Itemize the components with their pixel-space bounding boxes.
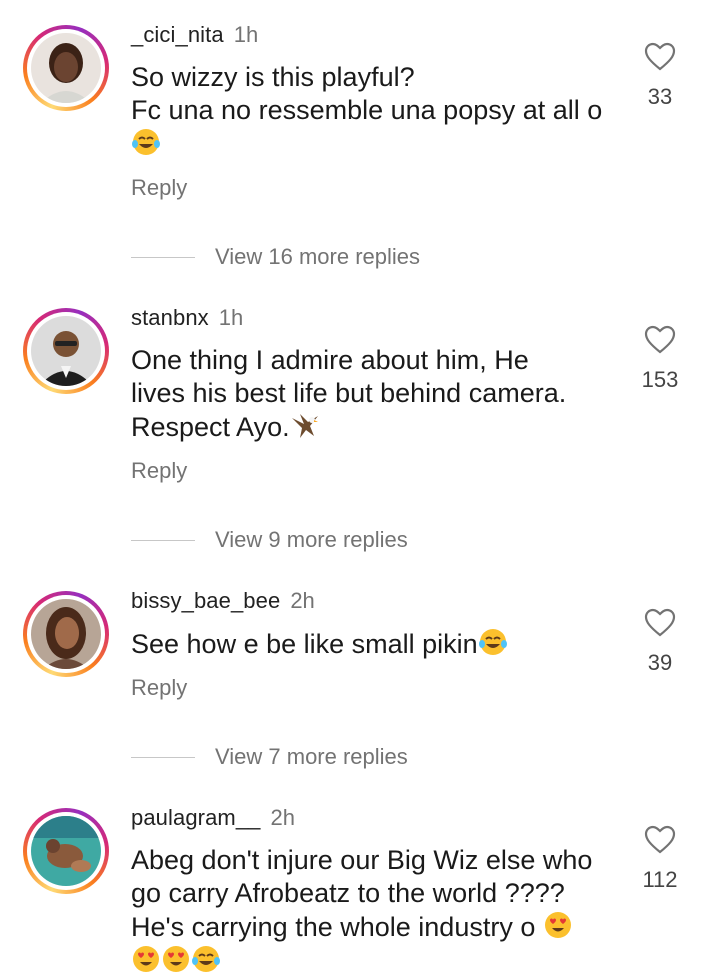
avatar[interactable]	[23, 308, 109, 394]
comment-meta: paulagram__ 2h	[131, 805, 295, 831]
avatar[interactable]	[23, 25, 109, 111]
reply-button[interactable]: Reply	[131, 175, 187, 201]
tears-of-joy-emoji	[478, 629, 507, 655]
like-button[interactable]: 153	[622, 325, 698, 393]
divider	[131, 539, 195, 541]
comment-time: 2h	[290, 588, 315, 613]
comment-time: 1h	[218, 305, 244, 330]
username[interactable]: paulagram__	[131, 805, 261, 830]
tears-of-joy-emoji	[192, 946, 220, 972]
heart-eyes-emoji	[133, 946, 159, 972]
avatar[interactable]	[23, 591, 109, 677]
like-count: 33	[647, 84, 673, 109]
comment-time: 2h	[270, 805, 296, 830]
reply-button[interactable]: Reply	[131, 675, 187, 701]
like-count: 112	[642, 867, 678, 892]
heart-eyes-emoji	[544, 912, 571, 938]
like-count: 39	[647, 650, 673, 675]
like-button[interactable]: 33	[622, 42, 698, 110]
username[interactable]: bissy_bae_bee	[131, 588, 280, 613]
like-button[interactable]: 112	[622, 825, 698, 893]
comment-text: Abeg don't injure our Big Wiz else who g…	[131, 844, 611, 978]
avatar[interactable]	[23, 808, 109, 894]
comment-meta: bissy_bae_bee 2h	[131, 588, 315, 614]
view-more-replies[interactable]: View 16 more replies	[131, 244, 420, 270]
heart-outline-icon	[644, 325, 676, 354]
heart-outline-icon	[644, 42, 676, 71]
like-button[interactable]: 39	[622, 608, 698, 676]
comment-meta: stanbnx 1h	[131, 305, 243, 331]
reply-button[interactable]: Reply	[131, 458, 187, 484]
heart-eyes-emoji	[163, 946, 189, 972]
comment-meta: _cici_nita 1h	[131, 22, 258, 48]
view-more-replies[interactable]: View 7 more replies	[131, 744, 408, 770]
view-more-replies[interactable]: View 9 more replies	[131, 527, 408, 553]
username[interactable]: stanbnx	[131, 305, 209, 330]
heart-outline-icon	[644, 608, 676, 637]
comment-time: 1h	[233, 22, 259, 47]
comment-text: So wizzy is this playful? Fc una no ress…	[131, 61, 611, 161]
like-count: 153	[641, 367, 679, 392]
divider	[131, 756, 195, 758]
tears-of-joy-emoji	[132, 129, 160, 155]
username[interactable]: _cici_nita	[131, 22, 224, 47]
divider	[131, 256, 195, 258]
eagle-emoji	[291, 414, 318, 438]
comment-text: See how e be like small pikin	[131, 627, 611, 661]
heart-outline-icon	[644, 825, 676, 854]
comment-text: One thing I admire about him, He lives h…	[131, 345, 567, 442]
